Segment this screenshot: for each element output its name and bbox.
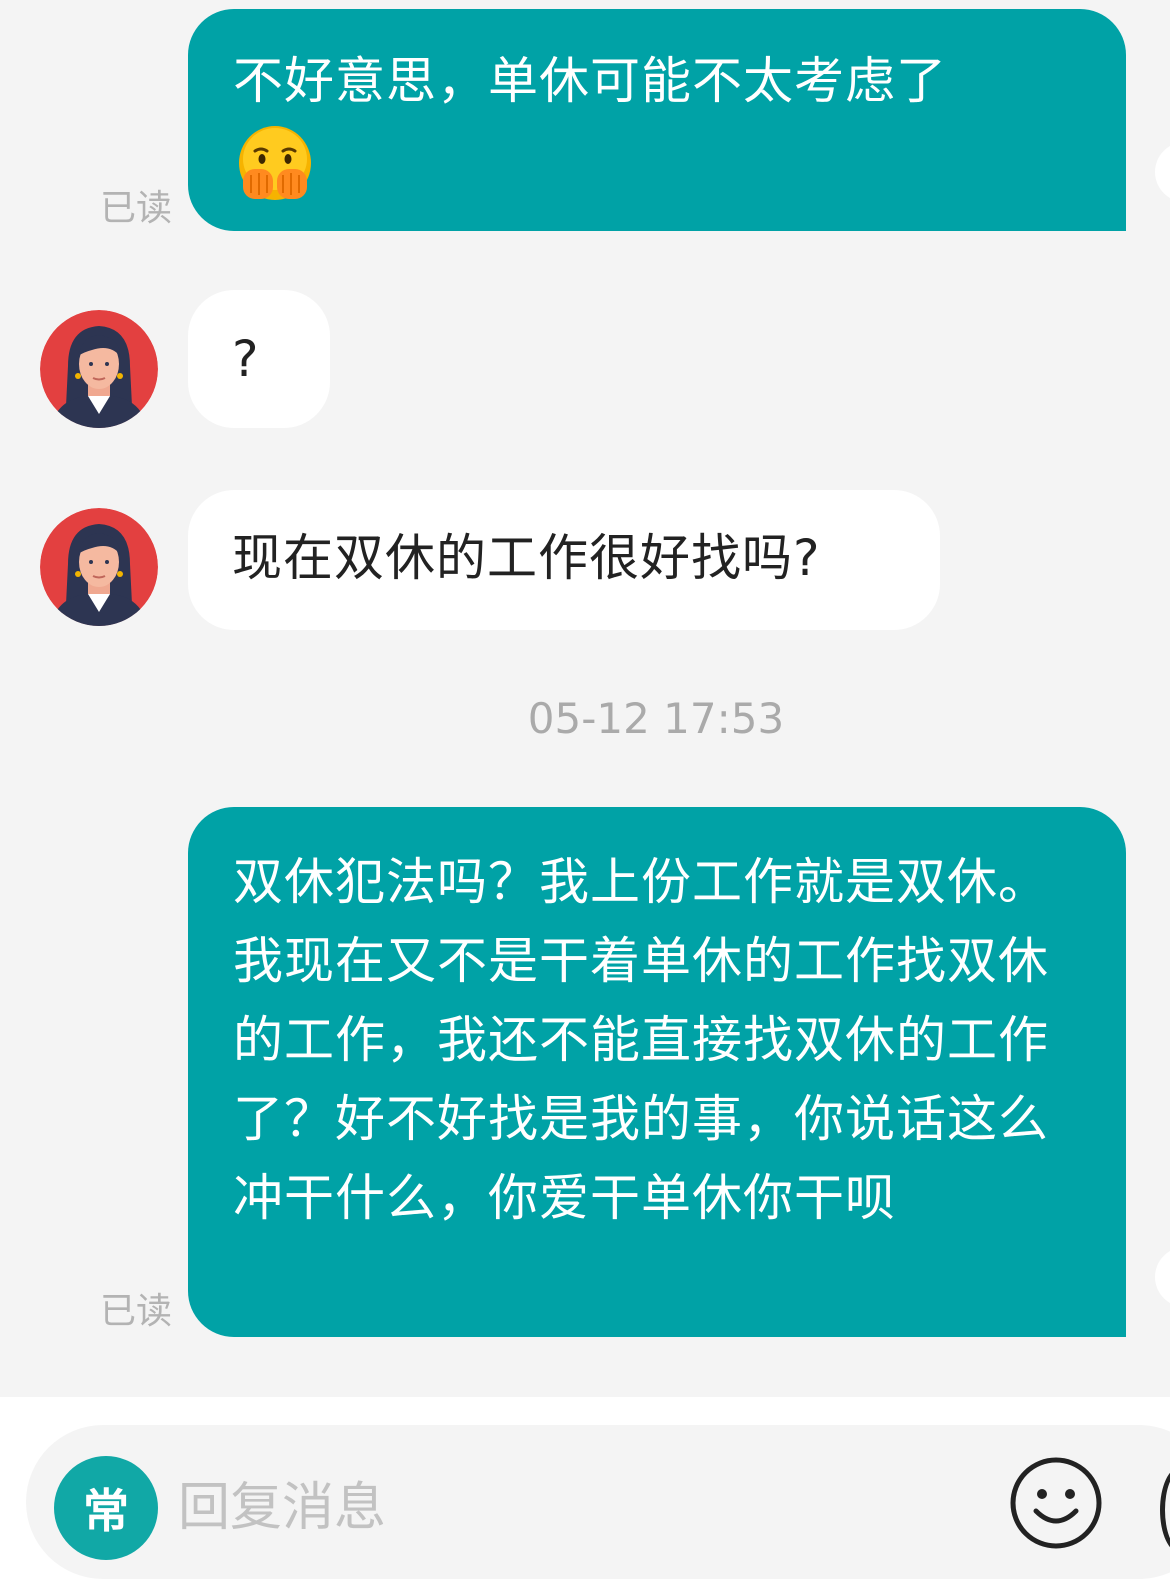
input-bar: 常 xyxy=(0,1397,1170,1593)
received-message-bubble[interactable]: 现在双休的工作很好找吗? xyxy=(188,490,940,630)
read-receipt: 已读 xyxy=(100,1291,173,1332)
message-text: 双休犯法吗？我上份工作就是双休。我现在又不是干着单休的工作找双休的工作，我还不能… xyxy=(233,853,1049,1227)
avatar[interactable] xyxy=(40,310,158,428)
side-circle xyxy=(1155,142,1170,202)
message-text: 不好意思，单休可能不太考虑了 xyxy=(233,52,947,110)
face-with-hand-over-mouth-icon xyxy=(233,123,1090,203)
smiley-icon[interactable] xyxy=(1008,1455,1104,1551)
message-timestamp: 05-12 17:53 xyxy=(527,694,785,743)
message-text: 现在双休的工作很好找吗? xyxy=(232,529,821,587)
sent-message-bubble[interactable]: 不好意思，单休可能不太考虑了 xyxy=(188,9,1126,231)
common-phrases-label: 常 xyxy=(83,1484,129,1538)
side-circle xyxy=(1155,1247,1170,1307)
message-text: ? xyxy=(232,330,260,388)
received-message-bubble[interactable]: ? xyxy=(188,290,330,428)
reply-input[interactable] xyxy=(178,1463,958,1553)
avatar[interactable] xyxy=(40,508,158,626)
read-receipt: 已读 xyxy=(100,188,173,229)
common-phrases-button[interactable]: 常 xyxy=(54,1456,158,1560)
sent-message-bubble[interactable]: 双休犯法吗？我上份工作就是双休。我现在又不是干着单休的工作找双休的工作，我还不能… xyxy=(188,807,1126,1337)
chat-area: 已读 不好意思，单休可能不太考虑了 ? 现在双休的工作很好找吗? 05-12 1… xyxy=(0,0,1170,1397)
